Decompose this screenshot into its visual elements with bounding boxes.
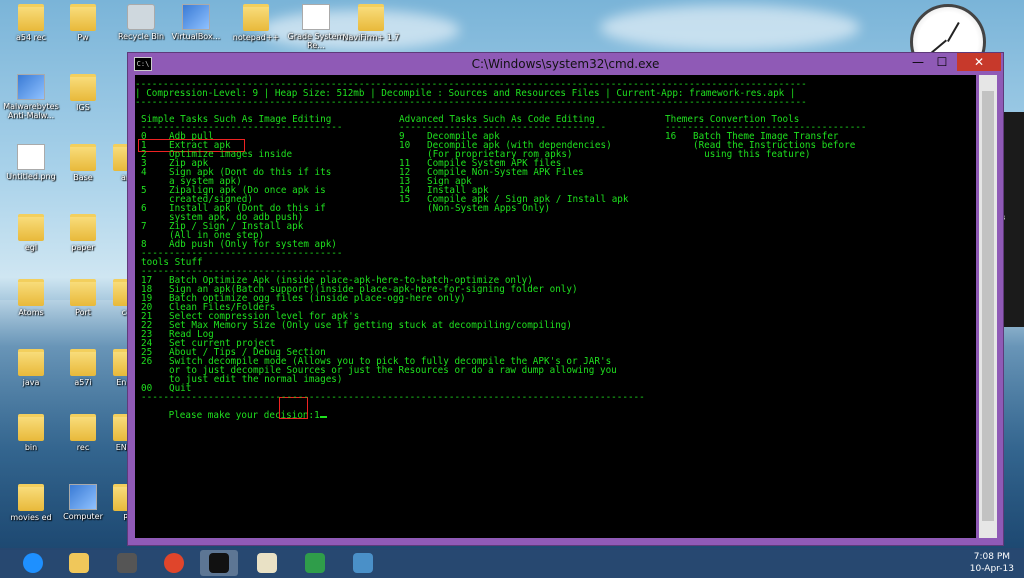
desktop-icon-label: VirtualBox... xyxy=(171,32,221,41)
console-output[interactable]: Please make your decision:1 ------------… xyxy=(135,75,976,538)
taskbar-internet-explorer-button[interactable] xyxy=(14,550,52,576)
application-icon xyxy=(69,484,97,510)
folder-icon xyxy=(70,214,96,241)
scrollbar-thumb[interactable] xyxy=(982,91,994,521)
maximize-button[interactable]: ☐ xyxy=(929,53,955,71)
folder-icon xyxy=(243,4,269,31)
desktop-icon-label: notepad++ xyxy=(232,33,280,42)
paint-icon xyxy=(257,553,277,573)
taskbar-chrome-button[interactable] xyxy=(155,550,193,576)
desktop-icon-label: Recycle Bin xyxy=(117,32,165,41)
title-bar[interactable]: C:\ C:\Windows\system32\cmd.exe — ☐ ✕ xyxy=(128,53,1003,75)
folder-icon xyxy=(70,349,96,376)
desktop-icon-label: paper xyxy=(71,243,95,252)
desktop-icon-label: IGS xyxy=(76,103,90,112)
folder-icon xyxy=(18,484,44,511)
console-line: using this feature) xyxy=(665,149,811,160)
taskbar-downloader-button[interactable] xyxy=(296,550,334,576)
window-title: C:\Windows\system32\cmd.exe xyxy=(471,57,660,71)
recycle-bin-icon xyxy=(127,4,155,30)
file-explorer-icon xyxy=(69,553,89,573)
folder-icon xyxy=(70,279,96,306)
document-icon xyxy=(302,4,330,30)
desktop-icon[interactable]: IGS xyxy=(52,70,114,132)
document-icon xyxy=(17,144,45,170)
minimize-button[interactable]: — xyxy=(905,53,931,71)
text-cursor xyxy=(319,416,327,419)
application-icon xyxy=(182,4,210,30)
desktop-icon[interactable]: Pw xyxy=(52,0,114,62)
clock-date: 10-Apr-13 xyxy=(969,564,1014,574)
application-icon xyxy=(17,74,45,100)
clock-hour-hand xyxy=(947,21,960,42)
game-app-icon xyxy=(117,553,137,573)
cmd-icon xyxy=(209,553,229,573)
close-button[interactable]: ✕ xyxy=(957,53,1001,71)
folder-icon xyxy=(18,4,44,31)
scrollbar[interactable] xyxy=(979,75,997,538)
cmd-window[interactable]: C:\ C:\Windows\system32\cmd.exe — ☐ ✕ Pl… xyxy=(127,52,1004,546)
folder-icon xyxy=(358,4,384,31)
chrome-icon xyxy=(164,553,184,573)
taskbar-file-explorer-button[interactable] xyxy=(60,550,98,576)
folder-icon xyxy=(18,279,44,306)
folder-icon xyxy=(70,144,96,171)
console-line: (Non-System Apps Only) xyxy=(399,203,551,214)
folder-icon xyxy=(18,349,44,376)
taskbar-cmd-button[interactable] xyxy=(200,550,238,576)
system-clock[interactable]: 7:08 PM 10-Apr-13 xyxy=(970,551,1014,575)
taskbar-game-app-button[interactable] xyxy=(108,550,146,576)
folder-icon xyxy=(18,414,44,441)
console-line: ----------------------------------------… xyxy=(141,392,645,403)
desktop-icon-label: Grade System Re... xyxy=(287,32,345,50)
folder-icon xyxy=(18,214,44,241)
desktop-icon-label: NaviFirm+ 1.7 xyxy=(342,33,400,42)
internet-explorer-icon xyxy=(23,553,43,573)
photo-viewer-icon xyxy=(353,553,373,573)
folder-icon xyxy=(70,74,96,101)
console-line: ----------------------------------------… xyxy=(135,97,807,108)
clock-time: 7:08 PM xyxy=(973,552,1011,562)
desktop-icon[interactable]: paper xyxy=(52,210,114,272)
taskbar: 7:08 PM 10-Apr-13 xyxy=(0,548,1024,578)
downloader-icon xyxy=(305,553,325,573)
taskbar-paint-button[interactable] xyxy=(248,550,286,576)
folder-icon xyxy=(70,4,96,31)
cloud xyxy=(600,5,860,50)
desktop-icon-label: Pw xyxy=(77,33,89,42)
taskbar-photo-viewer-button[interactable] xyxy=(344,550,382,576)
folder-icon xyxy=(70,414,96,441)
